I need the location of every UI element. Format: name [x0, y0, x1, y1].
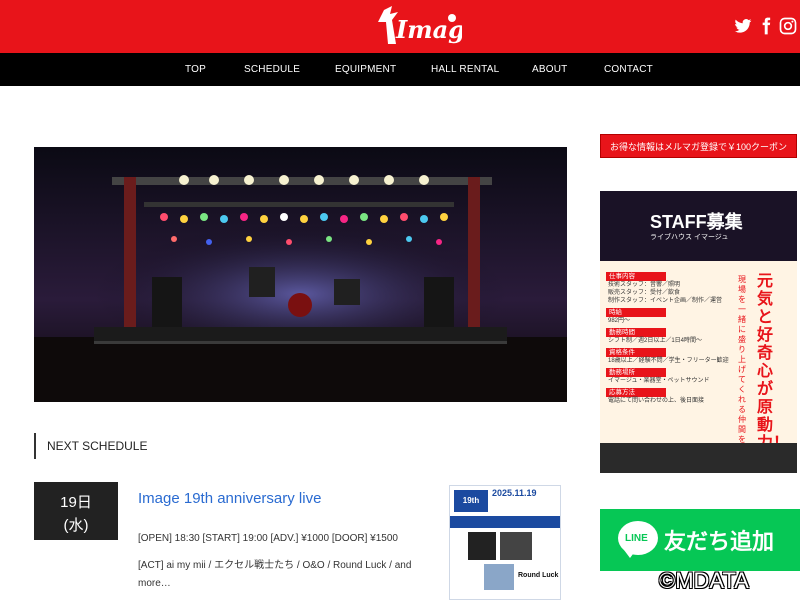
stage-illustration — [34, 147, 567, 402]
logo-graphic: Image — [378, 6, 480, 44]
staff-banner-title: STAFF募集 — [650, 212, 743, 232]
event-date-weekday: (水) — [63, 517, 89, 534]
event-details-more: more… — [138, 578, 171, 589]
nav-item-schedule[interactable]: SCHEDULE — [244, 53, 300, 86]
staff-slogan: 元気と好奇心が原動力！ — [757, 273, 789, 452]
event-details-acts: [ACT] ai my mii / エクセル戦士たち / O&O / Round… — [138, 560, 412, 571]
staff-section-head: 勤務時間 — [606, 328, 666, 337]
staff-section-head: 仕事内容 — [606, 272, 666, 281]
staff-section-line: 982円〜 — [608, 318, 631, 324]
staff-section-line: 制作スタッフ：イベント企画／制作／運営 — [608, 298, 723, 304]
instagram-icon[interactable] — [778, 16, 798, 36]
watermark: ©MDATA — [659, 568, 749, 593]
flyer-date: 2025.11.19 — [492, 488, 537, 498]
staff-banner-details: 仕事内容 技術スタッフ：音響／照明 販売スタッフ：受付／飲食 制作スタッフ：イベ… — [606, 269, 736, 405]
staff-section-line: 電話にて問い合わせの上、後日面接 — [608, 398, 705, 404]
line-add-friend-banner[interactable]: LINE 友だち追加 — [600, 509, 800, 571]
event-title-link[interactable]: Image 19th anniversary live — [138, 490, 321, 507]
flyer-act-photo-2 — [484, 564, 514, 590]
staff-section-line: シフト制／週2日以上／1日4時間〜 — [608, 338, 703, 344]
twitter-icon[interactable] — [733, 16, 753, 36]
flyer-act-label: Round Luck — [518, 572, 559, 579]
staff-recruit-banner[interactable]: STAFF募集 ライブハウス イマージュ 仕事内容 技術スタッフ：音響／照明 販… — [600, 191, 797, 473]
event-flyer-image[interactable]: 19th 2025.11.19 Round Luck — [449, 485, 561, 600]
flyer-act-thumb — [468, 532, 496, 560]
staff-section-line: 技術スタッフ：音響／照明 — [608, 282, 681, 288]
line-bubble-tail — [624, 550, 636, 558]
nav-item-hall-rental[interactable]: HALL RENTAL — [431, 53, 499, 86]
staff-section-head: 勤務場所 — [606, 368, 666, 377]
main-nav: TOP SCHEDULE EQUIPMENT HALL RENTAL ABOUT… — [0, 53, 800, 86]
top-header-bar: Image — [0, 0, 800, 53]
staff-section-head: 資格条件 — [606, 348, 666, 357]
event-date-day: 19日 — [60, 494, 92, 511]
flyer-badge: 19th — [454, 490, 488, 512]
staff-banner-photo-strip — [600, 443, 797, 473]
next-schedule-heading: NEXT SCHEDULE — [34, 433, 147, 459]
nav-item-top[interactable]: TOP — [185, 53, 206, 86]
staff-section-line: 販売スタッフ：受付／飲食 — [608, 290, 681, 296]
nav-item-about[interactable]: ABOUT — [532, 53, 567, 86]
event-details-times: [OPEN] 18:30 [START] 19:00 [ADV.] ¥1000 … — [138, 533, 398, 544]
staff-banner-subtitle: ライブハウス イマージュ — [650, 234, 729, 241]
nav-item-contact[interactable]: CONTACT — [604, 53, 653, 86]
line-add-friend-label: 友だち追加 — [664, 529, 775, 554]
facebook-icon[interactable] — [756, 16, 776, 36]
staff-section-head: 応募方法 — [606, 388, 666, 397]
flyer-act-photo — [500, 532, 532, 560]
event-date-box: 19日 (水) — [34, 482, 118, 540]
staff-section-line: 18歳以上／経験不問／学生・フリーター歓迎 — [608, 358, 729, 364]
line-logo-text: LINE — [625, 533, 648, 544]
nav-item-equipment[interactable]: EQUIPMENT — [335, 53, 396, 86]
flyer-info-band — [450, 516, 560, 528]
newsletter-coupon-banner[interactable]: お得な情報はメルマガ登録で￥100クーポン — [600, 134, 797, 158]
staff-section-head: 時給 — [606, 308, 666, 317]
staff-section-line: イマージュ・楽器堂・ペットサウンド — [608, 378, 710, 384]
site-logo[interactable]: Image — [372, 4, 480, 50]
hero-stage-image — [34, 147, 567, 402]
